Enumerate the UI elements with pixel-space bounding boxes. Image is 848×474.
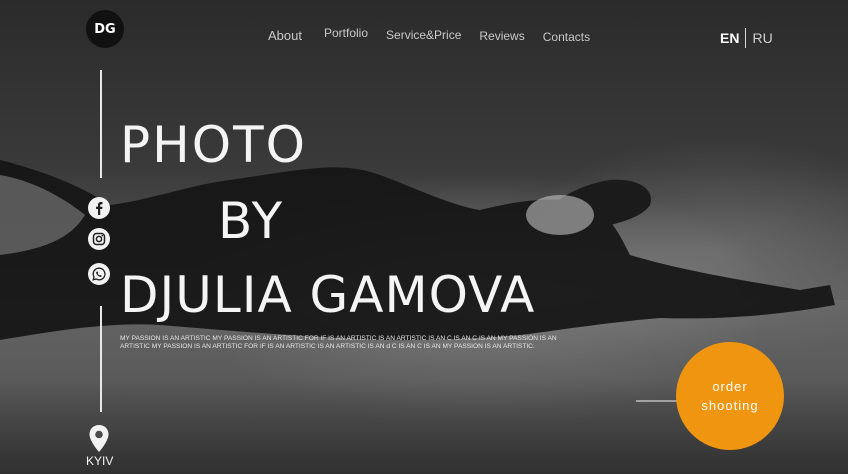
nav-portfolio[interactable]: Portfolio: [324, 26, 368, 40]
hero-title-line-2: BY: [218, 192, 285, 250]
facebook-icon[interactable]: [88, 197, 110, 219]
hero-title-line-1: PHOTO: [120, 116, 308, 174]
vertical-line-bottom: [100, 306, 102, 412]
cta-line-1: order: [712, 379, 748, 394]
location-pin-icon: [89, 425, 109, 452]
lang-ru[interactable]: RU: [752, 30, 772, 46]
whatsapp-icon[interactable]: [88, 263, 110, 285]
hero-title-line-3: DJULIA GAMOVA: [120, 266, 536, 324]
logo-text: DG: [94, 21, 116, 37]
logo[interactable]: DG: [86, 10, 124, 48]
lang-divider: [745, 28, 747, 48]
main-nav: About Portfolio Service&Price Reviews Co…: [268, 26, 590, 44]
language-switcher: EN RU: [720, 28, 773, 48]
nav-contacts[interactable]: Contacts: [543, 30, 590, 44]
hero-tagline: MY PASSION IS AN ARTISTIC MY PASSION IS …: [120, 335, 557, 351]
location-city: KYIV: [86, 454, 114, 468]
nav-service-price[interactable]: Service&Price: [386, 28, 461, 42]
order-shooting-button[interactable]: order shooting: [676, 342, 784, 450]
cta-line-2: shooting: [701, 398, 759, 413]
hero-page: DG About Portfolio Service&Price Reviews…: [0, 0, 848, 474]
nav-about[interactable]: About: [268, 28, 302, 43]
nav-reviews[interactable]: Reviews: [479, 29, 524, 43]
vertical-line-top: [100, 70, 102, 178]
instagram-icon[interactable]: [88, 228, 110, 250]
lang-en[interactable]: EN: [720, 30, 739, 46]
